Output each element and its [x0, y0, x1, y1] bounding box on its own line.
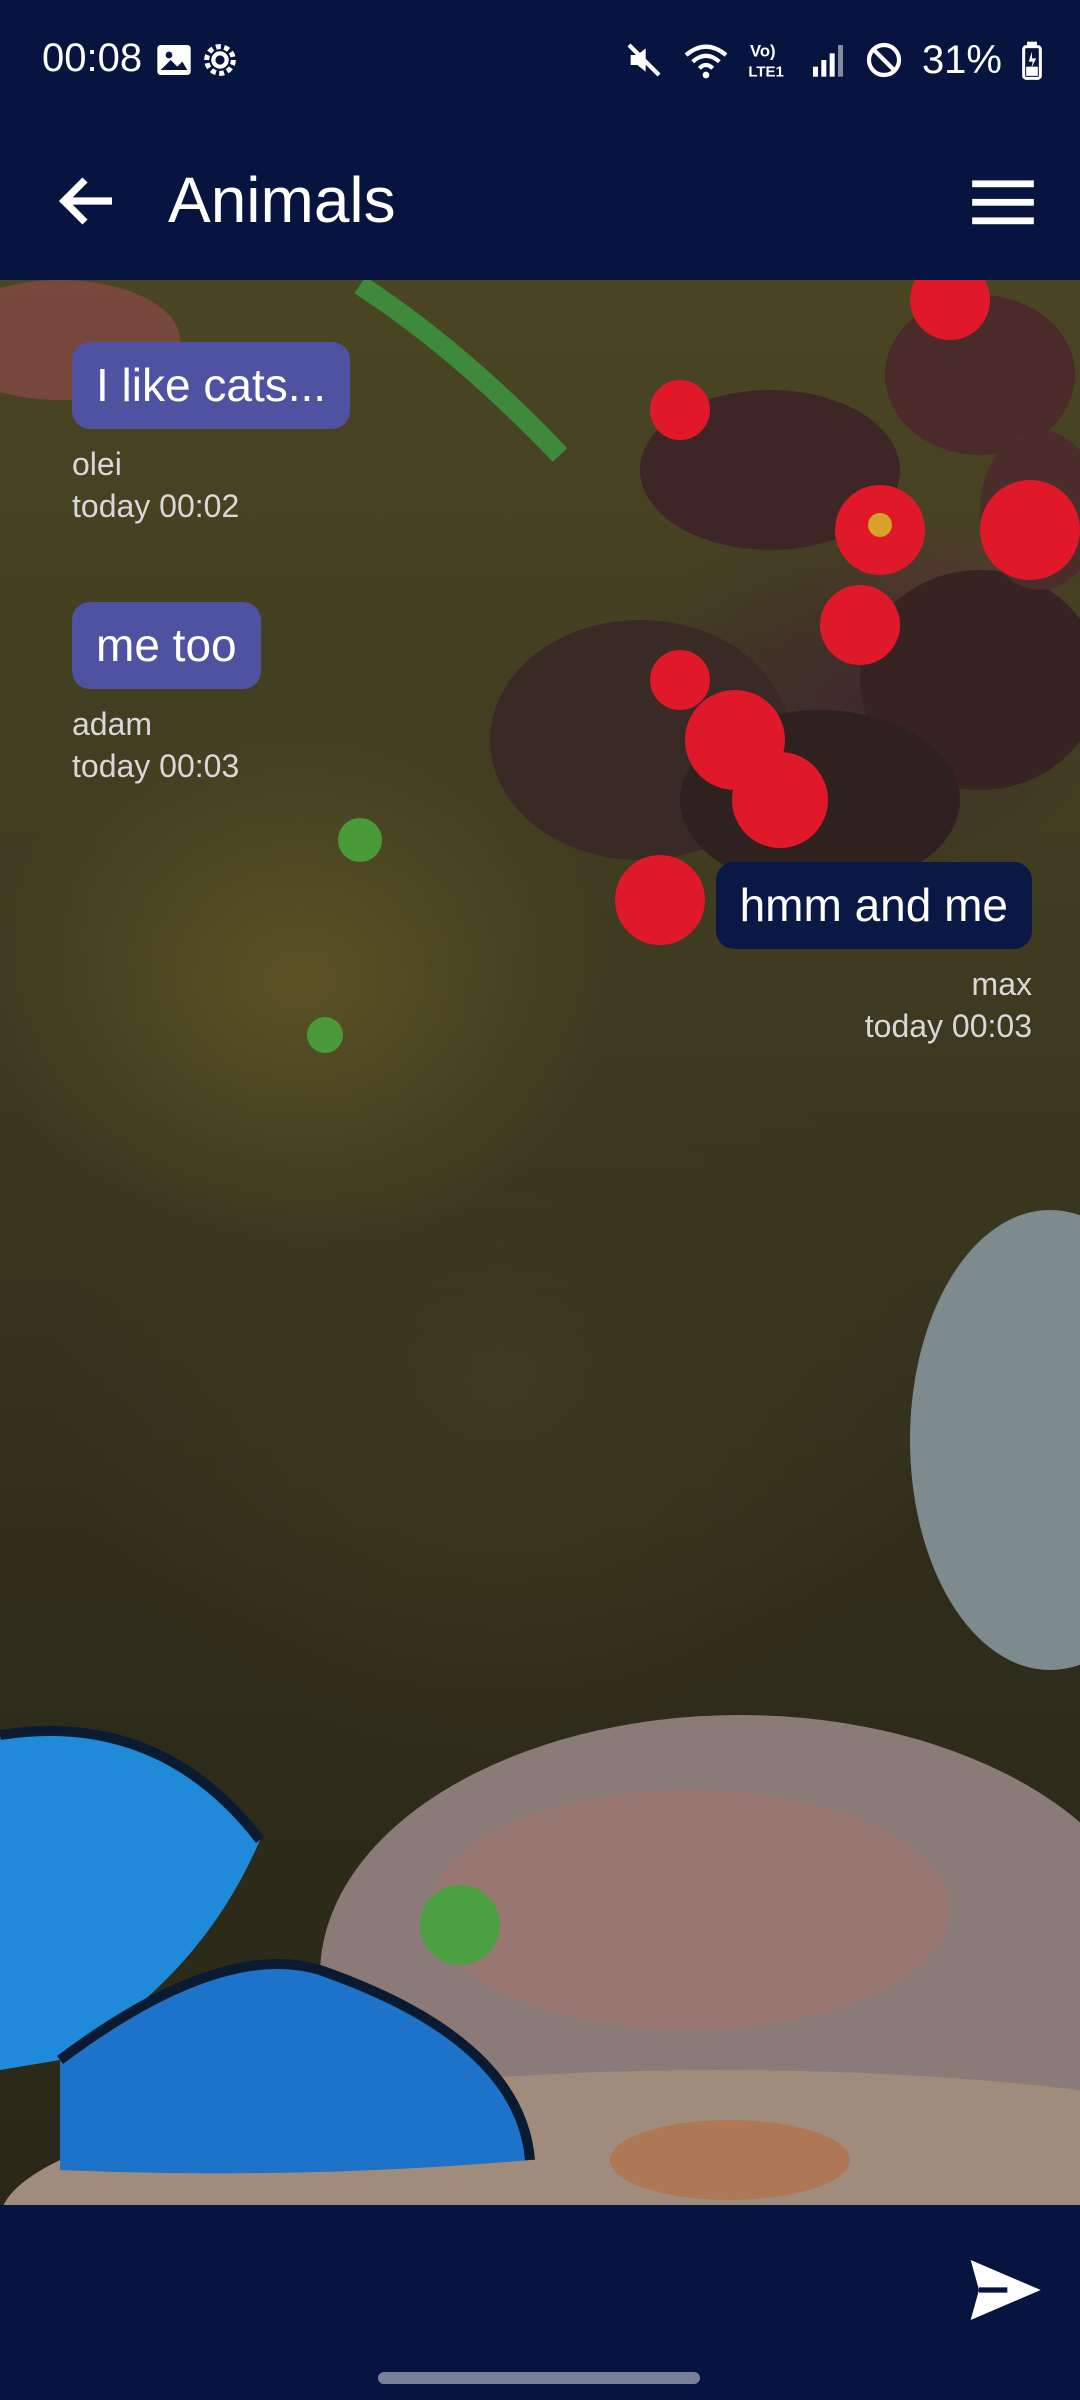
message-author: max: [971, 965, 1032, 1002]
hamburger-menu-icon[interactable]: [966, 165, 1040, 239]
send-icon[interactable]: [964, 2250, 1044, 2330]
home-indicator[interactable]: [378, 2372, 700, 2384]
wallpaper-image: [0, 280, 1080, 2205]
settings-icon: [204, 44, 236, 76]
svg-text:Vo): Vo): [750, 42, 776, 61]
dnd-icon: [866, 42, 902, 78]
status-bar: 00:08 Vo) LTE1 31%: [0, 0, 1080, 125]
mute-icon: [627, 43, 661, 77]
message-author: olei: [72, 445, 122, 482]
message-bubble[interactable]: I like cats...: [72, 342, 351, 429]
chat-area[interactable]: I like cats... olei today 00:02 me too a…: [0, 280, 1080, 2205]
composer-bar: [0, 2205, 1080, 2400]
svg-text:LTE1: LTE1: [748, 64, 784, 80]
signal-icon: [812, 45, 843, 77]
volte-icon: Vo) LTE1: [748, 42, 784, 80]
page-title: Animals: [168, 164, 396, 236]
message-author: adam: [72, 705, 153, 742]
message-bubble[interactable]: me too: [72, 602, 261, 689]
image-icon: [157, 45, 191, 75]
battery-icon: [1022, 41, 1042, 80]
app-bar: Animals: [0, 125, 1080, 280]
message-item[interactable]: I like cats... olei today 00:02: [72, 342, 351, 527]
battery-percent: 31%: [921, 37, 1002, 82]
message-time: today 00:03: [72, 747, 240, 784]
message-item-own[interactable]: hmm and me max today 00:03: [715, 862, 1032, 1047]
wifi-icon: [684, 44, 728, 79]
message-time: today 00:03: [864, 1007, 1032, 1044]
message-time: today 00:02: [72, 487, 240, 524]
status-right-group: Vo) LTE1 31%: [624, 30, 1044, 90]
message-bubble-own[interactable]: hmm and me: [715, 862, 1032, 949]
status-time: 00:08: [42, 36, 143, 80]
message-item[interactable]: me too adam today 00:03: [72, 602, 261, 787]
arrow-left-icon[interactable]: [52, 165, 124, 237]
